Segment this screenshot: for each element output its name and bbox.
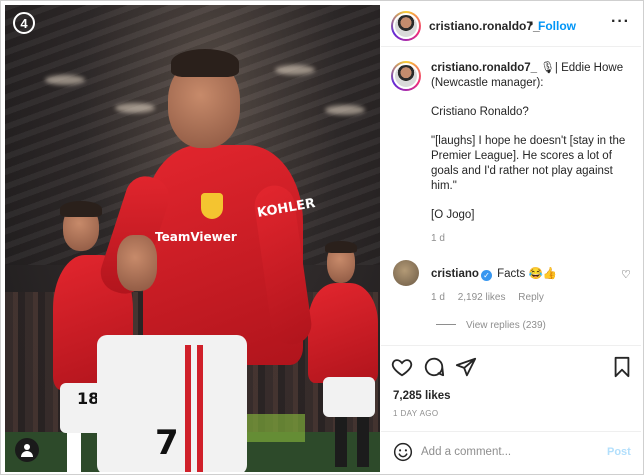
comment-likes[interactable]: 2,192 likes [458, 292, 506, 303]
follow-button[interactable]: Follow [538, 19, 576, 33]
post-actions: 7,285 likes 1 DAY AGO [381, 345, 641, 425]
stadium-light [45, 75, 85, 85]
more-options-icon[interactable]: ··· [611, 13, 630, 31]
comment-text: Facts 😂👍 [497, 268, 558, 280]
comment-line: cristiano ✓ Facts 😂👍 [431, 266, 557, 281]
post-side-panel: cristiano.ronaldo7_ • Follow ··· cristia… [381, 5, 641, 472]
caption-username[interactable]: cristiano.ronaldo7_ [431, 62, 537, 74]
post-frame: 18 TeamViewer KOHLER 7 4 cristiano.ronal… [0, 0, 644, 475]
chest-sponsor: TeamViewer [155, 230, 237, 244]
comment-item: cristiano ✓ Facts 😂👍 ♡ 1 d 2,192 likes Re… [381, 260, 641, 350]
caption-paragraph: [O Jogo] [431, 209, 475, 221]
reply-button[interactable]: Reply [518, 292, 544, 303]
caption-avatar[interactable] [391, 61, 421, 91]
stadium-light [115, 103, 155, 113]
tagged-user-icon[interactable] [15, 438, 39, 462]
share-send-icon[interactable] [455, 356, 477, 378]
comment-meta: 1 d 2,192 likes Reply [431, 292, 554, 303]
comment-bubble-icon[interactable] [423, 356, 445, 378]
comment-like-heart-icon[interactable]: ♡ [621, 268, 631, 281]
caption-text: cristiano.ronaldo7_ 🎙| Eddie Howe (Newca… [431, 61, 631, 237]
commenter-avatar[interactable] [393, 260, 419, 286]
verified-badge-icon: ✓ [480, 270, 492, 281]
comment-input[interactable] [421, 443, 591, 461]
add-comment-bar: Post [381, 431, 641, 472]
view-replies-label: View replies (239) [466, 320, 546, 331]
author-username[interactable]: cristiano.ronaldo7_ [429, 19, 540, 33]
replies-divider [436, 324, 456, 325]
emoji-icon[interactable] [393, 442, 413, 462]
left-player-number: 18 [77, 389, 100, 408]
post-time-ago: 1 DAY AGO [393, 409, 439, 418]
commenter-username[interactable]: cristiano [431, 268, 479, 280]
comment-time: 1 d [431, 292, 445, 303]
separator-dot: • [529, 17, 534, 31]
like-heart-icon[interactable] [391, 356, 413, 378]
post-header: cristiano.ronaldo7_ • Follow ··· [381, 5, 641, 47]
view-replies-link[interactable]: View replies (239) [436, 320, 546, 331]
club-crest-icon [201, 193, 223, 219]
save-bookmark-icon[interactable] [611, 356, 633, 378]
shirt-number: 7 [155, 423, 179, 463]
carousel-index-badge: 4 [13, 12, 35, 34]
caption-timestamp: 1 d [431, 233, 445, 244]
post-photo[interactable]: 18 TeamViewer KOHLER 7 4 [5, 5, 380, 472]
stadium-light [325, 105, 365, 115]
post-comment-button[interactable]: Post [607, 446, 631, 458]
author-avatar[interactable] [391, 11, 421, 41]
caption-paragraph: "[laughs] I hope he doesn't [stay in the… [431, 135, 626, 192]
caption-paragraph: Cristiano Ronaldo? [431, 106, 529, 118]
post-likes-count[interactable]: 7,285 likes [393, 390, 451, 402]
stadium-light [275, 65, 315, 75]
